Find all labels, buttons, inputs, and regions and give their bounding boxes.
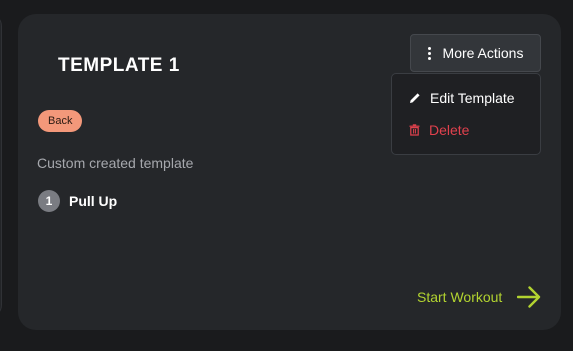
exercise-name: Pull Up [69, 193, 118, 209]
template-card: TEMPLATE 1 Back Custom created template … [18, 14, 561, 330]
more-actions-label: More Actions [442, 45, 524, 61]
page: TEMPLATE 1 Back Custom created template … [0, 0, 573, 351]
actions-dropdown-menu: Edit Template Delete [391, 73, 541, 155]
edit-template-label: Edit Template [430, 90, 515, 106]
edit-template-menu-item[interactable]: Edit Template [409, 90, 515, 106]
exercise-item: 1 Pull Up [38, 190, 117, 212]
delete-label: Delete [429, 122, 470, 138]
template-title: TEMPLATE 1 [58, 55, 180, 76]
delete-menu-item[interactable]: Delete [409, 122, 469, 138]
previous-card-edge[interactable] [0, 14, 2, 317]
start-workout-button[interactable]: Start Workout [417, 286, 541, 308]
pencil-icon [410, 93, 420, 103]
exercise-number-badge: 1 [38, 190, 60, 212]
start-workout-label: Start Workout [417, 289, 503, 305]
template-description: Custom created template [37, 155, 194, 171]
more-actions-button[interactable]: More Actions [410, 34, 541, 72]
vertical-dots-icon [427, 46, 431, 60]
category-tag: Back [38, 110, 83, 132]
trash-icon [409, 124, 420, 136]
arrow-right-icon [517, 286, 541, 308]
